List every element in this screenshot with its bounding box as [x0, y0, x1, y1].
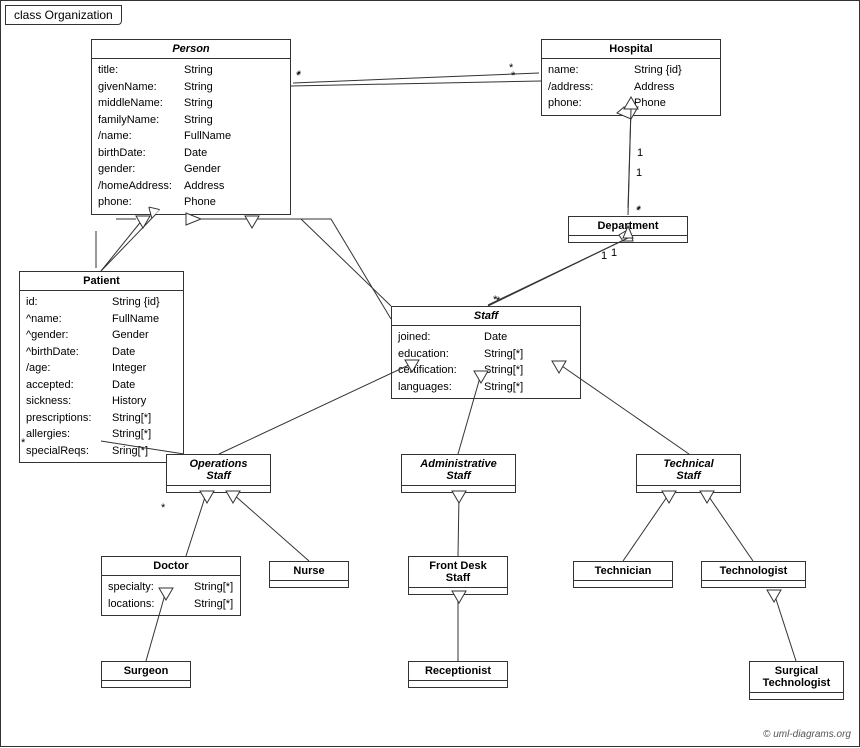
class-nurse: Nurse	[269, 561, 349, 588]
class-doctor: Doctor specialty:String[*] locations:Str…	[101, 556, 241, 616]
class-receptionist-body	[409, 681, 507, 687]
class-department-header: Department	[569, 217, 687, 236]
class-doctor-header: Doctor	[102, 557, 240, 576]
class-surgeon-header: Surgeon	[102, 662, 190, 681]
class-surgical-technologist-header: Surgical Technologist	[750, 662, 843, 693]
copyright: © uml-diagrams.org	[763, 729, 851, 740]
class-hospital-header: Hospital	[542, 40, 720, 59]
class-receptionist-header: Receptionist	[409, 662, 507, 681]
svg-text:*: *	[161, 502, 166, 514]
class-operations-staff-body	[167, 486, 270, 492]
class-patient-header: Patient	[20, 272, 183, 291]
class-department: Department	[568, 216, 688, 243]
diagram-container: class Organization Person title:String g…	[0, 0, 860, 747]
class-technician-header: Technician	[574, 562, 672, 581]
svg-text:1: 1	[601, 250, 607, 262]
svg-text:*: *	[509, 62, 514, 74]
class-operations-staff-header: Operations Staff	[167, 455, 270, 486]
class-surgical-technologist: Surgical Technologist	[749, 661, 844, 700]
class-technologist-body	[702, 581, 805, 587]
class-front-desk-staff-header: Front Desk Staff	[409, 557, 507, 588]
class-operations-staff: Operations Staff	[166, 454, 271, 493]
svg-text:*: *	[296, 70, 301, 82]
class-person-header: Person	[92, 40, 290, 59]
class-hospital-body: name:String {id} /address:Address phone:…	[542, 59, 720, 115]
class-receptionist: Receptionist	[408, 661, 508, 688]
class-hospital: Hospital name:String {id} /address:Addre…	[541, 39, 721, 116]
class-surgeon-body	[102, 681, 190, 687]
class-nurse-header: Nurse	[270, 562, 348, 581]
class-technician: Technician	[573, 561, 673, 588]
class-technical-staff: Technical Staff	[636, 454, 741, 493]
class-surgeon: Surgeon	[101, 661, 191, 688]
class-staff-header: Staff	[392, 307, 580, 326]
svg-text:1: 1	[636, 167, 642, 179]
class-technologist-header: Technologist	[702, 562, 805, 581]
class-technologist: Technologist	[701, 561, 806, 588]
class-patient: Patient id:String {id} ^name:FullName ^g…	[19, 271, 184, 463]
class-department-body	[569, 236, 687, 242]
svg-text:1: 1	[637, 147, 643, 159]
class-front-desk-staff-body	[409, 588, 507, 594]
class-nurse-body	[270, 581, 348, 587]
class-staff: Staff joined:Date education:String[*] ce…	[391, 306, 581, 399]
diagram-title: class Organization	[5, 5, 122, 25]
class-doctor-body: specialty:String[*] locations:String[*]	[102, 576, 240, 615]
class-staff-body: joined:Date education:String[*] certific…	[392, 326, 580, 398]
svg-text:*: *	[493, 294, 498, 306]
class-technician-body	[574, 581, 672, 587]
class-administrative-staff-body	[402, 486, 515, 492]
class-administrative-staff-header: Administrative Staff	[402, 455, 515, 486]
class-administrative-staff: Administrative Staff	[401, 454, 516, 493]
class-technical-staff-header: Technical Staff	[637, 455, 740, 486]
svg-text:*: *	[297, 69, 302, 81]
class-person: Person title:String givenName:String mid…	[91, 39, 291, 215]
class-patient-body: id:String {id} ^name:FullName ^gender:Ge…	[20, 291, 183, 462]
class-technical-staff-body	[637, 486, 740, 492]
svg-text:*: *	[637, 204, 642, 216]
class-person-body: title:String givenName:String middleName…	[92, 59, 290, 214]
class-front-desk-staff: Front Desk Staff	[408, 556, 508, 595]
svg-text:*: *	[511, 70, 516, 82]
svg-text:1: 1	[611, 247, 617, 259]
class-surgical-technologist-body	[750, 693, 843, 699]
